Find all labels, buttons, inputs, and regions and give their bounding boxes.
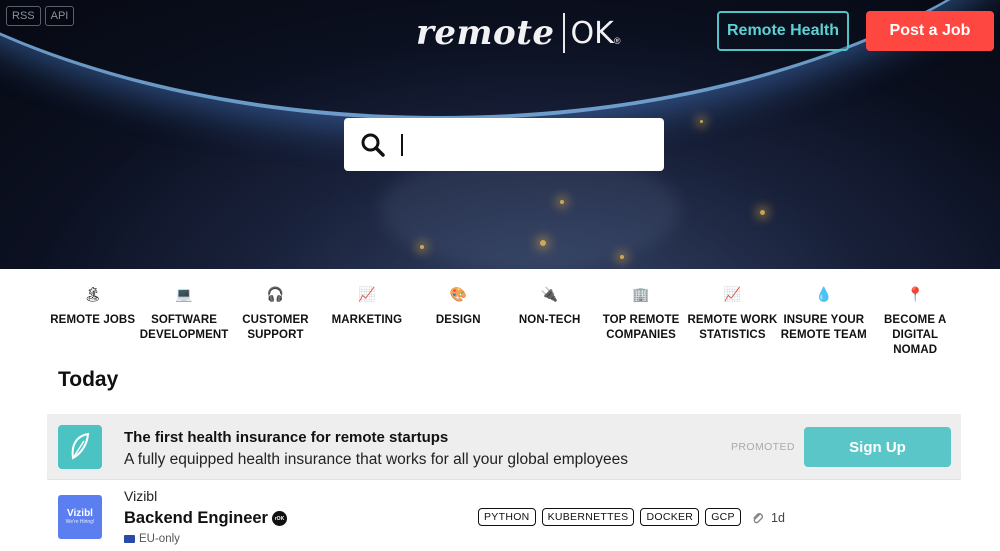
search-input[interactable] <box>396 124 664 165</box>
feather-icon <box>71 432 90 460</box>
tag-python[interactable]: PYTHON <box>478 508 536 526</box>
category-nav: 🏝 REMOTE JOBS 💻 SOFTWARE DEVELOPMENT 🎧 C… <box>47 283 961 358</box>
tag-kubernettes[interactable]: KUBERNETTES <box>541 508 635 526</box>
hero-banner: RSS API remote OK ® Remote Health Post a… <box>0 0 1000 269</box>
logo-ok: OK <box>570 15 614 51</box>
category-label: REMOTE WORK STATISTICS <box>687 314 778 341</box>
company-logo-subtitle: We're Hiring! <box>65 519 95 525</box>
headphones-icon: 🎧 <box>266 286 285 302</box>
logo-divider <box>562 13 565 53</box>
search-box[interactable] <box>344 118 664 171</box>
category-remote-jobs[interactable]: 🏝 REMOTE JOBS <box>47 283 138 358</box>
rss-link[interactable]: RSS <box>6 6 41 26</box>
api-link[interactable]: API <box>44 6 75 26</box>
post-job-button[interactable]: Post a Job <box>866 11 994 51</box>
palette-icon: 🎨 <box>449 286 467 302</box>
promo-title: The first health insurance for remote st… <box>124 429 449 446</box>
paperclip-icon <box>753 513 763 524</box>
plug-icon: 🔌 <box>540 286 559 302</box>
company-name[interactable]: Vizibl <box>124 488 157 504</box>
city-light <box>620 255 624 259</box>
job-title-text: Backend Engineer <box>124 509 268 527</box>
category-customer-support[interactable]: 🎧 CUSTOMER SUPPORT <box>230 283 321 358</box>
eu-flag-icon <box>124 535 135 543</box>
job-location-text: EU-only <box>139 533 180 545</box>
job-location: EU-only <box>124 533 180 545</box>
job-row[interactable]: Vizibl We're Hiring! Vizibl Backend Engi… <box>47 481 961 551</box>
category-label: SOFTWARE DEVELOPMENT <box>139 314 229 341</box>
category-label: REMOTE JOBS <box>50 314 136 326</box>
site-logo[interactable]: remote OK ® <box>416 10 620 56</box>
category-top-remote-companies[interactable]: 🏢 TOP REMOTE COMPANIES <box>595 283 686 358</box>
chart-up-icon: 📈 <box>723 286 742 302</box>
category-marketing[interactable]: 📈 MARKETING <box>321 283 412 358</box>
company-logo-name: Vizibl <box>67 508 93 519</box>
nomad-list-icon: 📍 <box>906 286 924 302</box>
category-insure-your-remote-team[interactable]: 💧 INSURE YOUR REMOTE TEAM <box>778 283 869 358</box>
category-label: MARKETING <box>331 314 403 326</box>
text-caret <box>401 134 403 156</box>
laptop-icon: 💻 <box>175 286 193 302</box>
office-building-icon: 🏢 <box>632 286 650 302</box>
category-software-development[interactable]: 💻 SOFTWARE DEVELOPMENT <box>138 283 229 358</box>
category-label: INSURE YOUR REMOTE TEAM <box>780 314 867 341</box>
job-time-text: 1d <box>771 511 785 525</box>
logo-word: remote <box>416 13 555 53</box>
city-light <box>560 200 564 204</box>
promoted-job-row[interactable]: The first health insurance for remote st… <box>47 414 961 480</box>
job-title[interactable]: Backend Engineer rOK <box>124 509 287 528</box>
island-icon: 🏝 <box>83 286 102 302</box>
category-become-a-digital-nomad[interactable]: 📍 BECOME A DIGITAL NOMAD <box>870 283 961 358</box>
category-label: CUSTOMER SUPPORT <box>242 314 309 341</box>
sign-up-button[interactable]: Sign Up <box>804 427 951 467</box>
city-light <box>700 120 703 123</box>
category-remote-work-statistics[interactable]: 📈 REMOTE WORK STATISTICS <box>687 283 778 358</box>
category-label: DESIGN <box>435 314 481 326</box>
category-design[interactable]: 🎨 DESIGN <box>413 283 504 358</box>
category-label: BECOME A DIGITAL NOMAD <box>884 314 947 356</box>
city-light <box>760 210 765 215</box>
company-logo: Vizibl We're Hiring! <box>58 495 102 539</box>
promoted-label: PROMOTED <box>731 441 795 453</box>
city-light <box>540 240 546 246</box>
category-label: TOP REMOTE COMPANIES <box>602 314 680 341</box>
chart-up-icon: 📈 <box>358 286 376 302</box>
search-icon <box>361 133 385 157</box>
remote-health-button[interactable]: Remote Health <box>717 11 849 51</box>
city-light <box>420 245 424 249</box>
top-links: RSS API <box>6 6 75 26</box>
promo-description: A fully equipped health insurance that w… <box>124 451 629 468</box>
category-non-tech[interactable]: 🔌 NON-TECH <box>504 283 595 358</box>
tag-gcp[interactable]: GCP <box>705 508 741 526</box>
verified-badge-icon: rOK <box>271 511 287 526</box>
promo-company-logo <box>58 425 102 469</box>
registered-mark: ® <box>613 36 621 46</box>
tag-docker[interactable]: DOCKER <box>640 508 700 526</box>
section-title-today: Today <box>58 368 119 391</box>
job-tags: PYTHON KUBERNETTES DOCKER GCP <box>478 508 741 526</box>
job-posted-time: 1d <box>751 511 785 525</box>
category-label: NON-TECH <box>518 314 581 326</box>
safetywing-icon: 💧 <box>815 286 833 302</box>
